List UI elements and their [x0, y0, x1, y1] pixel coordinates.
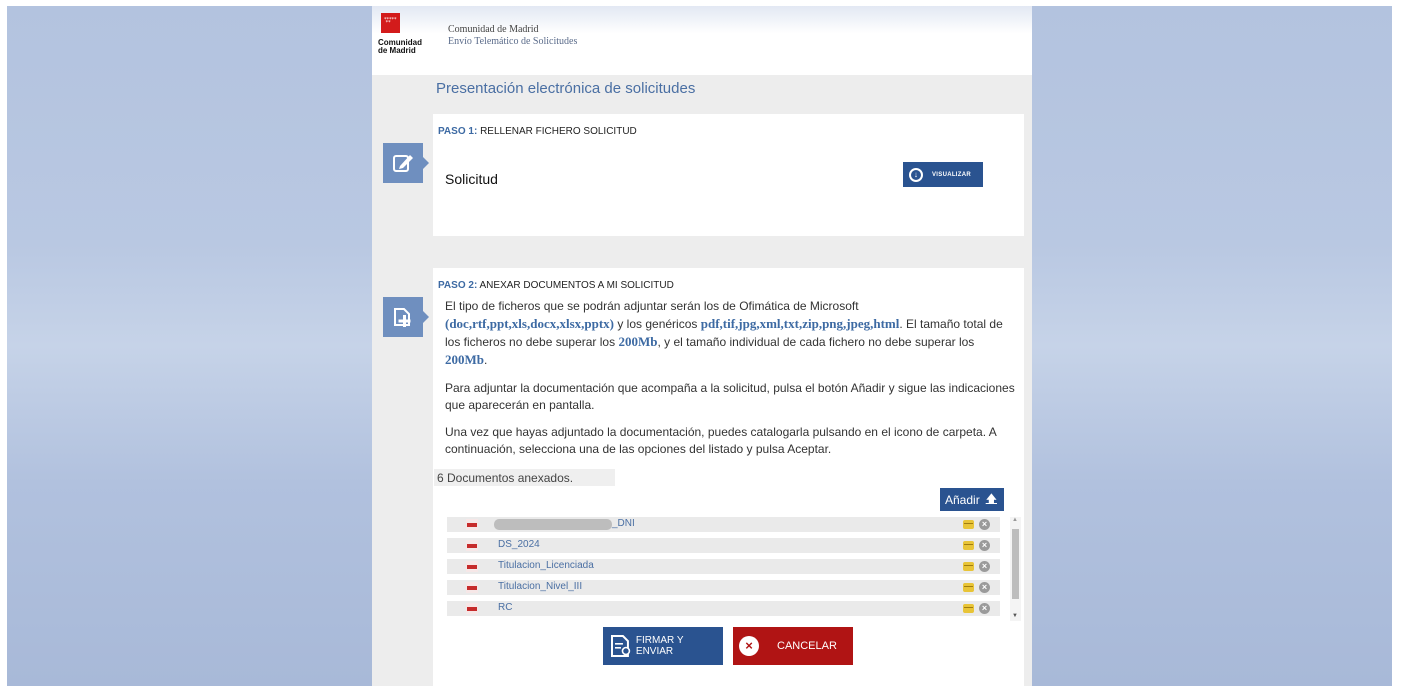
remove-icon[interactable]: ×	[979, 540, 990, 551]
cancel-button[interactable]: × CANCELAR	[733, 627, 853, 665]
view-button[interactable]: ↓ VISUALIZAR	[903, 162, 983, 187]
pdf-file-icon	[466, 561, 478, 572]
add-button-label: Añadir	[945, 492, 980, 507]
sign-and-send-button[interactable]: FIRMAR Y ENVIAR	[603, 627, 723, 665]
text-segment: , y el tamaño individual de cada fichero…	[657, 335, 975, 349]
document-name[interactable]: Titulacion_Nivel_III	[498, 581, 582, 592]
document-name[interactable]: RC	[498, 602, 512, 613]
text-segment: y los genéricos	[614, 317, 701, 331]
folder-icon[interactable]	[963, 604, 974, 613]
step2-card: PASO 2: ANEXAR DOCUMENTOS A MI SOLICITUD…	[433, 268, 1024, 686]
documents-count: 6 Documentos anexados.	[434, 469, 615, 486]
folder-icon[interactable]	[963, 520, 974, 529]
documents-list: _DNI × DS_2024 × Titulacion_Licenciada ×…	[447, 517, 1000, 622]
folder-icon[interactable]	[963, 562, 974, 571]
generic-extensions: pdf,tif,jpg,xml,txt,zip,png,jpeg,html	[700, 316, 900, 331]
document-name[interactable]: Titulacion_Licenciada	[498, 560, 594, 571]
pdf-file-icon	[466, 582, 478, 593]
cancel-label: CANCELAR	[777, 640, 837, 652]
download-arrow-icon: ↓	[909, 167, 923, 182]
documents-scrollbar[interactable]: ▲ ▼	[1010, 517, 1021, 621]
remove-icon[interactable]: ×	[979, 603, 990, 614]
background-edge	[1392, 0, 1411, 686]
redacted-text	[494, 519, 612, 530]
step1-title: PASO 1: RELLENAR FICHERO SOLICITUD	[438, 126, 637, 137]
step2-title-text: ANEXAR DOCUMENTOS A MI SOLICITUD	[479, 280, 674, 291]
scroll-up-icon[interactable]: ▲	[1012, 517, 1018, 523]
folder-icon[interactable]	[963, 541, 974, 550]
step2-number: PASO 2:	[438, 280, 478, 291]
sign-document-icon	[610, 635, 631, 657]
scrollbar-thumb[interactable]	[1012, 529, 1019, 599]
step2-title: PASO 2: ANEXAR DOCUMENTOS A MI SOLICITUD	[438, 280, 674, 291]
remove-icon[interactable]: ×	[979, 582, 990, 593]
madrid-flag-logo: ***** **	[381, 13, 400, 33]
add-button[interactable]: Añadir 🡅	[940, 488, 1004, 511]
add-document-icon	[383, 297, 429, 337]
file-types-paragraph: El tipo de ficheros que se podrán adjunt…	[445, 298, 1015, 369]
document-name[interactable]: _DNI	[612, 518, 635, 529]
attach-instructions: Para adjuntar la documentación que acomp…	[445, 381, 1015, 412]
org-subtitle: Envío Telemático de Solicitudes	[448, 36, 578, 47]
sign-and-send-label: FIRMAR Y ENVIAR	[635, 635, 684, 657]
list-item[interactable]: Titulacion_Nivel_III ×	[447, 580, 1000, 595]
upload-arrow-icon: 🡅	[985, 493, 997, 505]
edit-document-icon	[383, 143, 429, 183]
document-name[interactable]: DS_2024	[498, 539, 540, 550]
list-item[interactable]: DS_2024 ×	[447, 538, 1000, 553]
pdf-file-icon	[466, 603, 478, 614]
solicitud-label: Solicitud	[445, 171, 498, 187]
page-title: Presentación electrónica de solicitudes	[436, 80, 696, 97]
scroll-down-icon[interactable]: ▼	[1012, 613, 1018, 619]
header: ***** ** Comunidad de Madrid Comunidad de…	[372, 6, 1032, 75]
remove-icon[interactable]: ×	[979, 519, 990, 530]
list-item[interactable]: Titulacion_Licenciada ×	[447, 559, 1000, 574]
office-extensions: (doc,rtf,ppt,xls,docx,xlsx,pptx)	[445, 316, 615, 331]
text-segment: .	[484, 353, 488, 367]
step1-card: PASO 1: RELLENAR FICHERO SOLICITUD Solic…	[433, 114, 1024, 236]
text-segment: El tipo de ficheros que se podrán adjunt…	[445, 299, 859, 313]
step1-number: PASO 1:	[438, 126, 478, 137]
main-panel: ***** ** Comunidad de Madrid Comunidad de…	[372, 6, 1032, 686]
remove-icon[interactable]: ×	[979, 561, 990, 572]
individual-size-limit: 200Mb	[445, 352, 484, 367]
org-name: Comunidad de Madrid	[448, 24, 539, 35]
logo-text: Comunidad de Madrid	[378, 38, 422, 55]
folder-icon[interactable]	[963, 583, 974, 592]
list-item[interactable]: _DNI ×	[447, 517, 1000, 532]
background-edge	[0, 0, 7, 686]
catalog-instructions: Una vez que hayas adjuntado la documenta…	[445, 425, 997, 456]
view-button-label: VISUALIZAR	[932, 171, 971, 178]
step1-title-text: RELLENAR FICHERO SOLICITUD	[480, 126, 637, 137]
pdf-file-icon	[466, 519, 478, 530]
cancel-x-icon: ×	[739, 636, 759, 656]
total-size-limit: 200Mb	[618, 334, 658, 349]
list-item[interactable]: RC ×	[447, 601, 1000, 616]
pdf-file-icon	[466, 540, 478, 551]
